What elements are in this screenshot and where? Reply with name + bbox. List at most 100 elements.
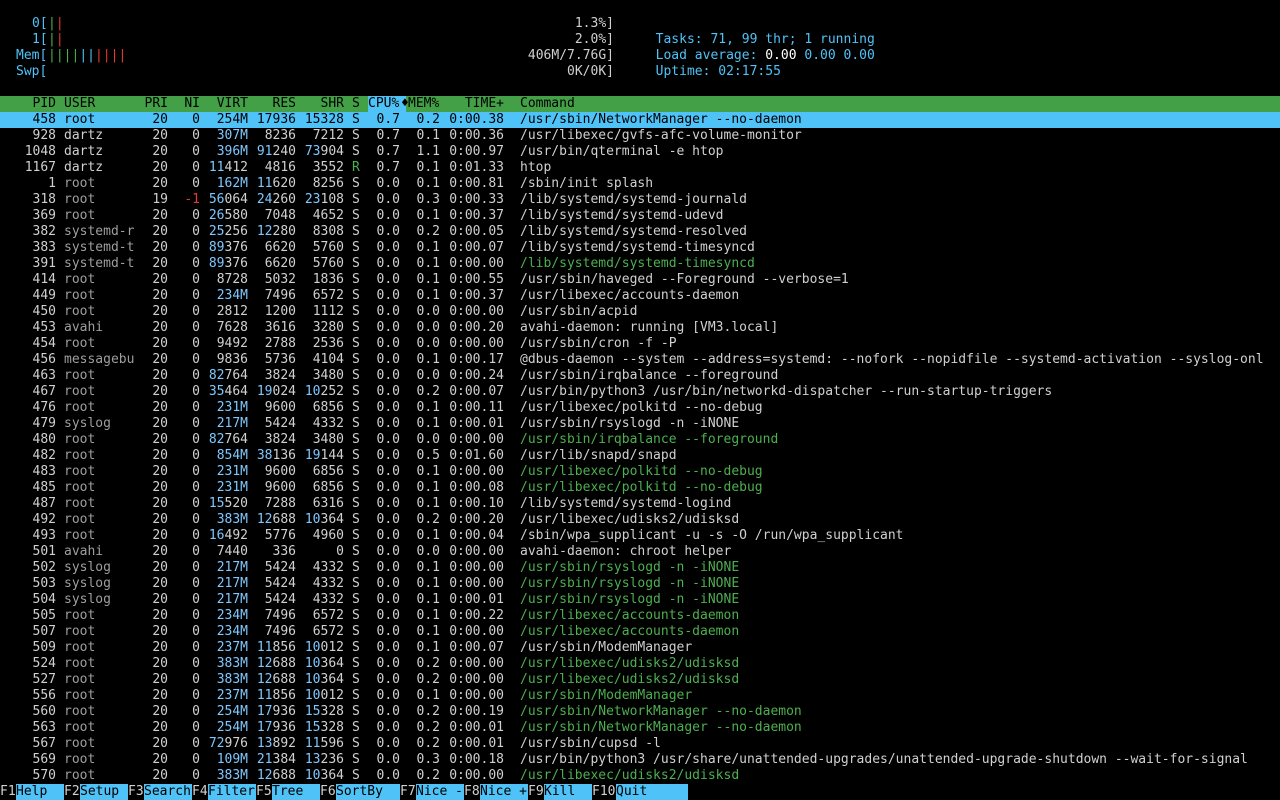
fkey-help-button[interactable]: Help bbox=[16, 784, 64, 800]
table-row[interactable]: 382 systemd-r 20 0 25256 12280 8308 S 0.0 0.2 0:00… bbox=[0, 224, 1280, 240]
col-virt[interactable]: VIRT bbox=[208, 96, 248, 112]
col-ni[interactable]: NI bbox=[176, 96, 200, 112]
table-row[interactable]: 369 root 20 0 26580 7048 4652 S 0.0 0.1 0:00.37/li… bbox=[0, 208, 1280, 224]
table-row[interactable]: 492 root 20 0 383M 12688 10364 S 0.0 0.2 0:00.20/u… bbox=[0, 512, 1280, 528]
fkey-f6[interactable]: F6 bbox=[320, 784, 336, 800]
fkey-quit-button[interactable]: Quit bbox=[616, 784, 688, 800]
table-row[interactable]: 1 root 20 0 162M 11620 8256 S 0.0 0.1 0:00.81/sbin… bbox=[0, 176, 1280, 192]
col-pid[interactable]: PID bbox=[0, 96, 56, 112]
fkey-sortby-button[interactable]: SortBy bbox=[336, 784, 400, 800]
cell-cpu: 0.0 bbox=[376, 688, 400, 703]
cell-res: 5736 bbox=[264, 352, 296, 367]
table-row[interactable]: 563 root 20 0 254M 17936 15328 S 0.0 0.2 0:00.01/u… bbox=[0, 720, 1280, 736]
cell-pid: 567 bbox=[32, 736, 56, 751]
table-row[interactable]: 504 syslog 20 0 217M 5424 4332 S 0.0 0.1 0:00.01/u… bbox=[0, 592, 1280, 608]
fkey-f8[interactable]: F8 bbox=[464, 784, 480, 800]
table-row[interactable]: 493 root 20 0 16492 5776 4960 S 0.0 0.1 0:00.04/sb… bbox=[0, 528, 1280, 544]
table-row[interactable]: 570 root 20 0 383M 12688 10364 S 0.0 0.2 0:00.00/u… bbox=[0, 768, 1280, 784]
cell-pid: 382 bbox=[32, 224, 56, 239]
table-row[interactable]: 318 root 19 -1 56064 24260 23108 S 0.0 0.3 0:00.33… bbox=[0, 192, 1280, 208]
table-row[interactable]: 463 root 20 0 82764 3824 3480 S 0.0 0.0 0:00.24/us… bbox=[0, 368, 1280, 384]
table-row[interactable]: 383 systemd-t 20 0 89376 6620 5760 S 0.0 0.1 0:00.… bbox=[0, 240, 1280, 256]
cell-shr: 6572 bbox=[312, 288, 344, 303]
fkey-f1[interactable]: F1 bbox=[0, 784, 16, 800]
table-row[interactable]: 928 dartz 20 0 307M 8236 7212 S 0.7 0.1 0:00.36/us… bbox=[0, 128, 1280, 144]
fkey-f4[interactable]: F4 bbox=[192, 784, 208, 800]
cell-ni: 0 bbox=[192, 528, 200, 543]
cell-s: S bbox=[352, 256, 360, 271]
table-row[interactable]: 509 root 20 0 237M 11856 10012 S 0.0 0.1 0:00.07/u… bbox=[0, 640, 1280, 656]
cell-mem: 0.1 bbox=[416, 176, 440, 191]
fkey-search-button[interactable]: Search bbox=[144, 784, 192, 800]
table-row[interactable]: 505 root 20 0 234M 7496 6572 S 0.0 0.1 0:00.22/usr… bbox=[0, 608, 1280, 624]
cell-shr: 8256 bbox=[312, 176, 344, 191]
table-row[interactable]: 454 root 20 0 9492 2788 2536 S 0.0 0.0 0:00.00/usr… bbox=[0, 336, 1280, 352]
col-res[interactable]: RES bbox=[256, 96, 296, 112]
table-row[interactable]: 485 root 20 0 231M 9600 6856 S 0.0 0.1 0:00.08/usr… bbox=[0, 480, 1280, 496]
fkey-nice-button[interactable]: Nice - bbox=[416, 784, 464, 800]
table-row[interactable]: 503 syslog 20 0 217M 5424 4332 S 0.0 0.1 0:00.00/u… bbox=[0, 576, 1280, 592]
cell-shr: 8308 bbox=[312, 224, 344, 239]
table-row[interactable]: 501 avahi 20 0 7440 336 0 S 0.0 0.0 0:00.00 avahi-d… bbox=[0, 544, 1280, 560]
table-row[interactable]: 527 root 20 0 383M 12688 10364 S 0.0 0.2 0:00.00/u… bbox=[0, 672, 1280, 688]
table-row[interactable]: 1167 dartz 20 0 11412 4816 3552 R 0.7 0.1 0:01.33 h… bbox=[0, 160, 1280, 176]
col-shr[interactable]: SHR bbox=[304, 96, 344, 112]
cell-pid: 527 bbox=[32, 672, 56, 687]
col-mem[interactable]: MEM% bbox=[408, 96, 439, 112]
cell-pid: 485 bbox=[32, 480, 56, 495]
table-row[interactable]: 480 root 20 0 82764 3824 3480 S 0.0 0.0 0:00.00/us… bbox=[0, 432, 1280, 448]
cell-res: 7288 bbox=[264, 496, 296, 511]
col-user[interactable]: USER bbox=[64, 96, 95, 112]
cell-s: S bbox=[352, 736, 360, 751]
table-row[interactable]: 1048 dartz 20 0 396M 91240 73904 S 0.7 1.1 0:00.97… bbox=[0, 144, 1280, 160]
cell-pri: 20 bbox=[152, 656, 168, 671]
fkey-f2[interactable]: F2 bbox=[64, 784, 80, 800]
fkey-filter-button[interactable]: Filter bbox=[208, 784, 256, 800]
cell-mem: 0.1 bbox=[416, 640, 440, 655]
cell-cpu: 0.0 bbox=[376, 400, 400, 415]
table-row[interactable]: 569 root 20 0 109M 21384 13236 S 0.0 0.3 0:00.18/u… bbox=[0, 752, 1280, 768]
table-row[interactable]: 456 messagebu 20 0 9836 5736 4104 S 0.0 0.1 0:00.1… bbox=[0, 352, 1280, 368]
table-row[interactable]: 476 root 20 0 231M 9600 6856 S 0.0 0.1 0:00.11/usr… bbox=[0, 400, 1280, 416]
cell-pri: 20 bbox=[152, 176, 168, 191]
table-row[interactable]: 567 root 20 0 72976 13892 11596 S 0.0 0.2 0:00.01 /… bbox=[0, 736, 1280, 752]
table-row[interactable]: 560 root 20 0 254M 17936 15328 S 0.0 0.2 0:00.19/u… bbox=[0, 704, 1280, 720]
cell-ni: 0 bbox=[192, 768, 200, 783]
fkey-nice-button[interactable]: Nice + bbox=[480, 784, 528, 800]
table-row[interactable]: 453 avahi 20 0 7628 3616 3280 S 0.0 0.0 0:00.20 ava… bbox=[0, 320, 1280, 336]
table-row[interactable]: 414 root 20 0 8728 5032 1836 S 0.0 0.1 0:00.55/usr… bbox=[0, 272, 1280, 288]
table-row[interactable]: 482 root 20 0 854M 38136 19144 S 0.0 0.5 0:01.60/u… bbox=[0, 448, 1280, 464]
fkey-f3[interactable]: F3 bbox=[128, 784, 144, 800]
table-row[interactable]: 507 root 20 0 234M 7496 6572 S 0.0 0.1 0:00.00/usr… bbox=[0, 624, 1280, 640]
cell-mem: 1.1 bbox=[416, 144, 440, 159]
col-command[interactable]: Command bbox=[520, 96, 575, 112]
fkey-f10[interactable]: F10 bbox=[592, 784, 616, 800]
table-row[interactable]: 479 syslog 20 0 217M 5424 4332 S 0.0 0.1 0:00.01/u… bbox=[0, 416, 1280, 432]
table-row[interactable]: 483 root 20 0 231M 9600 6856 S 0.0 0.1 0:00.00/usr… bbox=[0, 464, 1280, 480]
cell-mem: 0.1 bbox=[416, 160, 440, 175]
col-time[interactable]: TIME+ bbox=[448, 96, 504, 112]
cell-cmd: /lib/systemd/systemd-logind bbox=[520, 496, 732, 511]
table-row-selected[interactable]: 458 root 20 0 254M 17936 15328 S 0.7 0.2 0:00.38/u… bbox=[0, 112, 1280, 128]
cell-mem: 0.1 bbox=[416, 624, 440, 639]
col-pri[interactable]: PRI bbox=[136, 96, 168, 112]
fkey-f9[interactable]: F9 bbox=[528, 784, 544, 800]
table-row[interactable]: 502 syslog 20 0 217M 5424 4332 S 0.0 0.1 0:00.00/u… bbox=[0, 560, 1280, 576]
cell-cpu: 0.0 bbox=[376, 416, 400, 431]
table-row[interactable]: 467 root 20 0 35464 19024 10252 S 0.0 0.2 0:00.07 /… bbox=[0, 384, 1280, 400]
table-row[interactable]: 524 root 20 0 383M 12688 10364 S 0.0 0.2 0:00.00/u… bbox=[0, 656, 1280, 672]
table-row[interactable]: 556 root 20 0 237M 11856 10012 S 0.0 0.1 0:00.00/u… bbox=[0, 688, 1280, 704]
col-state[interactable]: S bbox=[352, 96, 360, 112]
table-row[interactable]: 487 root 20 0 15520 7288 6316 S 0.0 0.1 0:00.10/li… bbox=[0, 496, 1280, 512]
fkey-f5[interactable]: F5 bbox=[256, 784, 272, 800]
fkey-setup-button[interactable]: Setup bbox=[80, 784, 128, 800]
table-row[interactable]: 450 root 20 0 2812 1200 1112 S 0.0 0.0 0:00.00/usr… bbox=[0, 304, 1280, 320]
fkey-kill-button[interactable]: Kill bbox=[544, 784, 592, 800]
cell-virt: 82764 bbox=[208, 368, 248, 383]
cpu1-percent: 2.0%] bbox=[574, 32, 614, 47]
fkey-f7[interactable]: F7 bbox=[400, 784, 416, 800]
cell-s: S bbox=[352, 304, 360, 319]
table-row[interactable]: 391 systemd-t 20 0 89376 6620 5760 S 0.0 0.1 0:00.… bbox=[0, 256, 1280, 272]
fkey-tree-button[interactable]: Tree bbox=[272, 784, 320, 800]
table-row[interactable]: 449 root 20 0 234M 7496 6572 S 0.0 0.1 0:00.37/usr… bbox=[0, 288, 1280, 304]
